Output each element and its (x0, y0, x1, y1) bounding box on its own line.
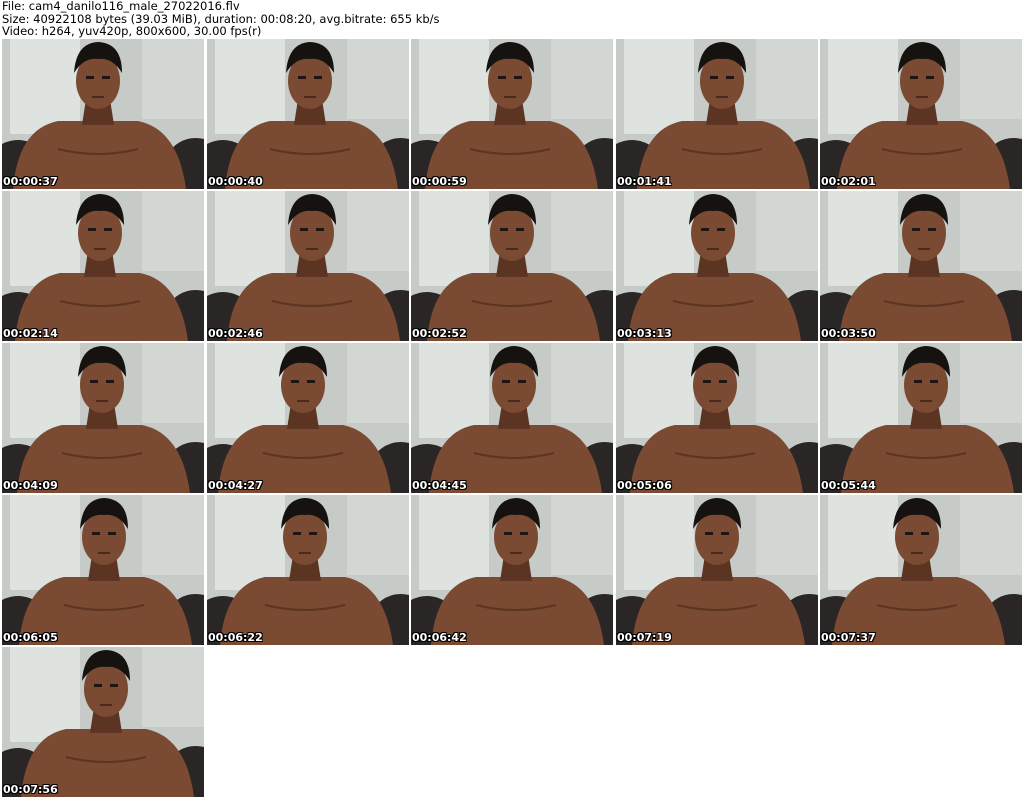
frame-image (616, 343, 818, 493)
thumbnail-timestamp: 00:03:13 (617, 327, 672, 340)
video-thumbnail: 00:04:27 (207, 343, 409, 493)
thumbnail-timestamp: 00:05:44 (821, 479, 876, 492)
thumbnail-timestamp: 00:04:45 (412, 479, 467, 492)
video-thumbnail: 00:02:14 (2, 191, 204, 341)
frame-image (2, 647, 204, 797)
thumbnail-timestamp: 00:07:37 (821, 631, 876, 644)
frame-image (207, 39, 409, 189)
video-thumbnail: 00:02:52 (411, 191, 613, 341)
thumbnail-timestamp: 00:00:37 (3, 175, 58, 188)
frame-image (411, 495, 613, 645)
frame-image (2, 191, 204, 341)
video-thumbnail: 00:01:41 (616, 39, 818, 189)
frame-image (207, 495, 409, 645)
frame-image (411, 343, 613, 493)
video-thumbnail: 00:03:50 (820, 191, 1022, 341)
video-thumbnail: 00:04:09 (2, 343, 204, 493)
video-thumbnail: 00:03:13 (616, 191, 818, 341)
thumbnail-timestamp: 00:07:19 (617, 631, 672, 644)
frame-image (616, 39, 818, 189)
thumbnail-timestamp: 00:02:46 (208, 327, 263, 340)
frame-image (207, 343, 409, 493)
video-thumbnail: 00:06:05 (2, 495, 204, 645)
frame-image (2, 495, 204, 645)
video-thumbnail: 00:04:45 (411, 343, 613, 493)
thumbnail-timestamp: 00:03:50 (821, 327, 876, 340)
frame-image (616, 495, 818, 645)
frame-image (616, 191, 818, 341)
thumbnail-timestamp: 00:00:59 (412, 175, 467, 188)
video-thumbnail: 00:02:01 (820, 39, 1022, 189)
frame-image (820, 39, 1022, 189)
video-thumbnail: 00:06:22 (207, 495, 409, 645)
video-thumbnail: 00:00:59 (411, 39, 613, 189)
video-thumbnail: 00:07:37 (820, 495, 1022, 645)
video-thumbnail: 00:07:56 (2, 647, 204, 797)
video-thumbnail: 00:06:42 (411, 495, 613, 645)
thumbnail-grid: 00:00:37 00:00:40 00:00:59 00:01:41 00:02:01… (2, 39, 1022, 799)
frame-image (820, 495, 1022, 645)
frame-image (411, 191, 613, 341)
video-thumbnail: 00:00:37 (2, 39, 204, 189)
thumbnail-timestamp: 00:06:22 (208, 631, 263, 644)
file-info-header: File: cam4_danilo116_male_27022016.flv S… (2, 0, 1022, 38)
thumbnail-timestamp: 00:07:56 (3, 783, 58, 796)
video-info-line: Video: h264, yuv420p, 800x600, 30.00 fps… (2, 24, 262, 38)
video-thumbnail: 00:05:44 (820, 343, 1022, 493)
video-thumbnail: 00:05:06 (616, 343, 818, 493)
video-thumbnail: 00:02:46 (207, 191, 409, 341)
thumbnail-timestamp: 00:01:41 (617, 175, 672, 188)
frame-image (2, 343, 204, 493)
thumbnail-timestamp: 00:02:14 (3, 327, 58, 340)
frame-image (207, 191, 409, 341)
frame-image (411, 39, 613, 189)
frame-image (820, 343, 1022, 493)
thumbnail-timestamp: 00:02:52 (412, 327, 467, 340)
video-thumbnail: 00:00:40 (207, 39, 409, 189)
thumbnail-timestamp: 00:06:05 (3, 631, 58, 644)
thumbnail-timestamp: 00:04:09 (3, 479, 58, 492)
frame-image (2, 39, 204, 189)
thumbnail-timestamp: 00:04:27 (208, 479, 263, 492)
frame-image (820, 191, 1022, 341)
thumbnail-timestamp: 00:02:01 (821, 175, 876, 188)
thumbnail-timestamp: 00:06:42 (412, 631, 467, 644)
file-name-line: File: cam4_danilo116_male_27022016.flv (2, 0, 240, 13)
video-thumbnail: 00:07:19 (616, 495, 818, 645)
thumbnail-timestamp: 00:05:06 (617, 479, 672, 492)
thumbnail-timestamp: 00:00:40 (208, 175, 263, 188)
